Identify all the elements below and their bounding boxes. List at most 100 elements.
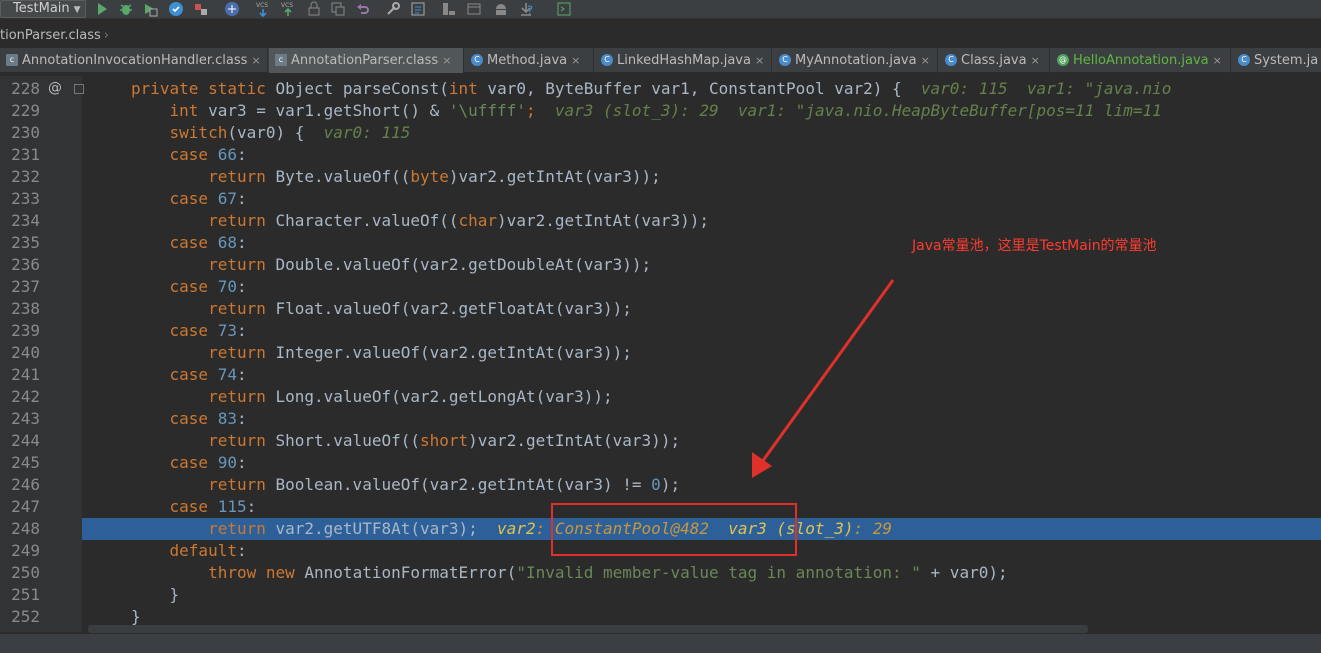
sdk-icon[interactable] xyxy=(224,1,240,17)
code-text: Float.valueOf(var2.getFloatAt(var3)); xyxy=(265,299,632,318)
line-number-gutter[interactable]: 228 229 230 231 232 233 234 235 236 237 … xyxy=(0,76,82,632)
code-text: + var0); xyxy=(920,563,1008,582)
vcs-update-icon[interactable]: VCS xyxy=(255,1,271,17)
line-number: 237 xyxy=(11,277,40,296)
code-keyword: case xyxy=(169,189,209,208)
class-file-icon: c xyxy=(6,53,18,66)
undo-icon[interactable] xyxy=(355,1,371,17)
terminal-icon[interactable] xyxy=(556,1,572,17)
code-text: Byte.valueOf(( xyxy=(265,167,411,186)
debug-var-name: var2 xyxy=(497,519,536,538)
breadcrumb-item[interactable]: tionParser.class xyxy=(0,28,101,43)
close-icon[interactable]: × xyxy=(921,54,930,67)
breadcrumb[interactable]: tionParser.class › xyxy=(0,26,109,46)
debug-icon[interactable] xyxy=(118,1,134,17)
tab-label: System.ja xyxy=(1254,53,1319,68)
close-icon[interactable]: × xyxy=(755,54,764,67)
code-line-228: private static Object parseConst(int var… xyxy=(131,78,1171,100)
code-keyword: case xyxy=(169,277,209,296)
code-keyword: return xyxy=(208,167,266,186)
profile-icon[interactable] xyxy=(168,1,184,17)
tab-hello-annotation-java[interactable]: @ HelloAnnotation.java × xyxy=(1051,48,1231,73)
code-line-247: case 115: xyxy=(131,496,257,518)
tab-annotation-invocation-handler[interactable]: c AnnotationInvocationHandler.class × xyxy=(0,48,268,73)
code-line-237: case 70: xyxy=(131,276,247,298)
code-text: )var2.getIntAt(var3)); xyxy=(448,167,661,186)
tab-label: AnnotationParser.class xyxy=(291,53,439,68)
line-number: 236 xyxy=(11,255,40,274)
code-text: AnnotationFormatError( xyxy=(294,563,517,582)
fold-icon[interactable] xyxy=(74,84,84,94)
line-number: 244 xyxy=(11,431,40,450)
vcs-push-icon[interactable] xyxy=(330,1,346,17)
editor-tab-bar: c AnnotationInvocationHandler.class × c Ann… xyxy=(0,48,1321,73)
code-line-241: case 74: xyxy=(131,364,247,386)
code-line-238: return Float.valueOf(var2.getFloatAt(var… xyxy=(131,298,632,320)
code-keyword: char xyxy=(458,211,498,230)
help-icon[interactable]: ? xyxy=(523,1,537,17)
line-number: 240 xyxy=(11,343,40,362)
svg-text:VCS: VCS xyxy=(256,2,268,9)
code-line-250: throw new AnnotationFormatError("Invalid… xyxy=(131,562,1008,584)
close-icon[interactable]: × xyxy=(1031,54,1040,67)
code-number: 70 xyxy=(217,277,237,296)
run-configuration-selector[interactable]: TestMain ▼ xyxy=(0,0,86,18)
tab-annotation-parser[interactable]: c AnnotationParser.class × xyxy=(269,48,464,73)
vcs-commit-icon[interactable]: VCS xyxy=(280,1,296,17)
code-keyword: switch xyxy=(169,123,228,142)
code-number: 68 xyxy=(217,233,237,252)
coverage-icon[interactable] xyxy=(142,1,158,17)
close-icon[interactable]: × xyxy=(251,54,260,67)
code-number: 66 xyxy=(217,145,237,164)
annotation-note: Java常量池，这里是TestMain的常量池 xyxy=(912,238,1157,254)
code-string: '\uffff' xyxy=(448,101,526,120)
tab-label: Method.java xyxy=(487,53,568,68)
horizontal-scrollbar[interactable] xyxy=(88,625,1088,633)
chevron-down-icon: ▼ xyxy=(73,5,81,15)
annotation-gutter-icon[interactable]: @ xyxy=(48,80,62,96)
code-text: : xyxy=(236,189,247,208)
project-structure-icon[interactable] xyxy=(441,1,457,17)
tab-system-java[interactable]: C System.ja xyxy=(1232,48,1321,73)
line-number: 252 xyxy=(11,607,40,626)
structure-icon[interactable] xyxy=(410,1,426,17)
code-text: Double.valueOf(var2.getDoubleAt(var3)); xyxy=(265,255,652,274)
code-keyword: return xyxy=(208,387,266,406)
tab-label: MyAnnotation.java xyxy=(795,53,917,68)
code-text: var2.getUTF8At(var3); xyxy=(265,519,478,538)
vcs-lock-icon[interactable] xyxy=(306,1,322,17)
stop-icon[interactable] xyxy=(193,1,209,17)
line-number: 241 xyxy=(11,365,40,384)
close-icon[interactable]: × xyxy=(571,54,580,67)
line-number: 238 xyxy=(11,299,40,318)
debug-inline-value: var0: 115 var1: "java.nio xyxy=(920,79,1172,98)
code-line-232: return Byte.valueOf((byte)var2.getIntAt(… xyxy=(131,166,661,188)
code-line-249: default: xyxy=(131,540,247,562)
code-text: Character.valueOf(( xyxy=(265,211,459,230)
code-text: : xyxy=(236,541,247,560)
line-number: 234 xyxy=(11,211,40,230)
tab-class-java[interactable]: C Class.java × xyxy=(939,48,1050,73)
main-toolbar: TestMain ▼ VCS VCS ? xyxy=(0,0,1321,19)
code-text: : xyxy=(236,321,247,340)
code-keyword: private static xyxy=(131,79,266,98)
tab-method-java[interactable]: C Method.java × xyxy=(465,48,594,73)
close-icon[interactable]: × xyxy=(1213,54,1222,67)
tab-my-annotation-java[interactable]: C MyAnnotation.java × xyxy=(773,48,938,73)
tab-linked-hash-map-java[interactable]: C LinkedHashMap.java × xyxy=(595,48,772,73)
close-icon[interactable]: × xyxy=(442,54,451,67)
code-text: ); xyxy=(660,475,681,494)
code-line-239: case 73: xyxy=(131,320,247,342)
code-number: 90 xyxy=(217,453,237,472)
code-number: 67 xyxy=(217,189,237,208)
settings-icon[interactable] xyxy=(385,1,401,17)
line-number: 235 xyxy=(11,233,40,252)
line-number: 250 xyxy=(11,563,40,582)
code-keyword: default xyxy=(169,541,237,560)
java-class-icon: C xyxy=(779,53,791,66)
play-icon[interactable] xyxy=(94,1,110,17)
code-number: 74 xyxy=(217,365,237,384)
module-icon[interactable] xyxy=(466,1,482,17)
android-icon[interactable] xyxy=(493,1,509,17)
code-line-230: switch(var0) { var0: 115 xyxy=(131,122,411,144)
